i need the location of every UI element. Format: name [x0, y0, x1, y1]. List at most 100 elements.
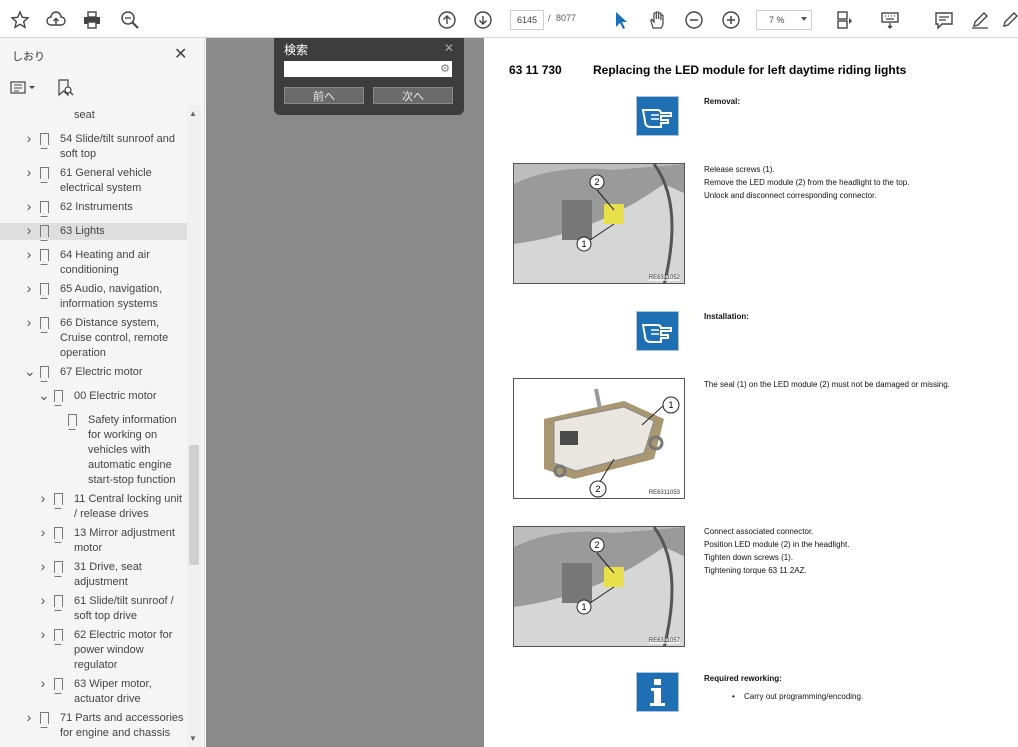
bookmark-icon: [39, 167, 49, 183]
gear-icon[interactable]: ⚙: [440, 62, 450, 75]
sidebar-item-label: 31 Drive, seat adjustment: [74, 561, 142, 588]
sidebar-item[interactable]: ⌄ 00 Electric motor: [0, 388, 187, 406]
highlight-pen-icon[interactable]: [969, 9, 991, 31]
sidebar-item[interactable]: › 63 Wiper motor, actuator drive: [0, 676, 187, 708]
chevron-right-icon[interactable]: ›: [24, 165, 34, 179]
page-title: Replacing the LED module for left daytim…: [593, 63, 907, 77]
chevron-right-icon[interactable]: ›: [38, 525, 48, 539]
sidebar-scrollbar[interactable]: ▲ ▼: [187, 105, 201, 747]
page-total: 8077: [556, 13, 577, 23]
comment-icon[interactable]: [933, 9, 955, 31]
hand-icon[interactable]: [646, 9, 668, 31]
sidebar-item[interactable]: › 62 Instruments: [0, 199, 187, 217]
bookmark-icon: [53, 561, 63, 577]
step-3-line: Connect associated connector.: [704, 527, 814, 536]
sidebar-item[interactable]: › 61 Slide/tilt sunroof / soft top drive: [0, 593, 187, 625]
chevron-right-icon[interactable]: ›: [38, 627, 48, 641]
sidebar-item[interactable]: › 54 Slide/tilt sunroof and soft top: [0, 131, 187, 163]
zoom-value: 7 %: [769, 15, 785, 25]
chevron-right-icon[interactable]: ›: [24, 131, 34, 145]
chevron-right-icon[interactable]: ›: [24, 315, 34, 329]
print-icon[interactable]: [81, 9, 103, 31]
sidebar-item[interactable]: › 13 Mirror adjustment motor: [0, 525, 187, 557]
chevron-right-icon[interactable]: ›: [38, 491, 48, 505]
step-3-line: Tighten down screws (1).: [704, 553, 794, 562]
scroll-up-icon[interactable]: ▲: [189, 109, 197, 118]
chevron-down-icon[interactable]: ⌄: [38, 388, 50, 402]
sidebar-item[interactable]: › 62 Electric motor for power window regu…: [0, 627, 187, 674]
scroll-down-icon[interactable]: ▼: [189, 734, 197, 743]
page-up-icon[interactable]: [436, 9, 458, 31]
bookmark-tools: [10, 78, 74, 98]
step-1-line: Remove the LED module (2) from the headl…: [704, 178, 910, 187]
bookmark-search-icon[interactable]: [56, 79, 74, 97]
sidebar-item[interactable]: › 71 Parts and accessories for engine and…: [0, 710, 187, 742]
select-cursor-icon[interactable]: [610, 9, 632, 31]
close-icon[interactable]: ✕: [174, 44, 187, 64]
sidebar-item-label: 62 Instruments: [60, 201, 133, 213]
sidebar-item[interactable]: › 64 Heating and air conditioning: [0, 247, 187, 279]
options-menu-icon[interactable]: [10, 81, 36, 95]
sidebar-item[interactable]: seat: [0, 107, 187, 124]
zoom-out-icon[interactable]: [683, 9, 705, 31]
bookmark-icon: [39, 712, 49, 728]
page-down-icon[interactable]: [472, 9, 494, 31]
chevron-right-icon[interactable]: ›: [24, 223, 34, 237]
sidebar-item-label: 13 Mirror adjustment motor: [74, 527, 175, 554]
sidebar-item[interactable]: › 66 Distance system, Cruise control, rem…: [0, 315, 187, 362]
star-icon[interactable]: [9, 9, 31, 31]
close-icon[interactable]: ✕: [444, 41, 454, 55]
chevron-right-icon[interactable]: ›: [38, 559, 48, 573]
step-2-line: The seal (1) on the LED module (2) must …: [704, 380, 950, 389]
rework-label: Required reworking:: [704, 674, 782, 683]
chevron-right-icon[interactable]: ›: [38, 676, 48, 690]
step-1-line: Release screws (1).: [704, 165, 775, 174]
scroll-thumb[interactable]: [189, 445, 199, 565]
zoom-select[interactable]: 7 %: [756, 10, 812, 30]
step-1-text: Release screws (1). Remove the LED modul…: [704, 163, 909, 202]
headlight-photo-2: 2 1 RE6311057: [513, 526, 685, 647]
page-current: 6145: [516, 15, 538, 25]
bookmark-icon: [39, 317, 49, 333]
headlight-photo-1: 2 1 RE6311052: [513, 163, 685, 284]
callout-1: 1: [581, 239, 586, 249]
chevron-right-icon[interactable]: ›: [38, 593, 48, 607]
sidebar-item-label: Safety information for working on vehicl…: [88, 414, 177, 486]
sidebar-item[interactable]: Safety information for working on vehicl…: [0, 412, 187, 489]
rework-item: Carry out programming/encoding.: [744, 692, 864, 701]
bookmark-icon: [39, 283, 49, 299]
page-layout-icon[interactable]: [834, 9, 856, 31]
bookmark-icon: [39, 225, 49, 241]
chevron-right-icon[interactable]: ›: [24, 281, 34, 295]
next-button[interactable]: 次へ: [373, 87, 453, 104]
callout-1: 1: [668, 400, 673, 410]
bookmark-icon: [39, 201, 49, 217]
removal-label: Removal:: [704, 97, 741, 106]
sidebar-item[interactable]: › 11 Central locking unit / release drive…: [0, 491, 187, 523]
keyboard-icon[interactable]: [879, 9, 901, 31]
chevron-right-icon[interactable]: ›: [24, 199, 34, 213]
upload-icon[interactable]: [45, 9, 67, 31]
search-input[interactable]: [284, 61, 452, 77]
zoom-in-icon[interactable]: [720, 9, 742, 31]
sidebar-item[interactable]: › 63 Lights: [0, 223, 187, 241]
prev-button[interactable]: 前へ: [284, 87, 364, 104]
page-separator: /: [548, 13, 551, 23]
bookmark-icon: [53, 493, 63, 509]
figure-caption: RE6311053: [648, 490, 680, 496]
page-number-input[interactable]: 6145: [510, 10, 544, 30]
sidebar-item[interactable]: ⌄ 67 Electric motor: [0, 364, 187, 382]
sidebar-item-label: 71 Parts and accessories for engine and …: [60, 712, 184, 739]
chevron-down-icon[interactable]: ⌄: [24, 364, 36, 378]
sidebar-item-label: 54 Slide/tilt sunroof and soft top: [60, 133, 175, 160]
sidebar-item-label: 62 Electric motor for power window regul…: [74, 629, 173, 671]
sidebar-item[interactable]: › 61 General vehicle electrical system: [0, 165, 187, 197]
sign-icon[interactable]: [1000, 9, 1018, 31]
chevron-right-icon[interactable]: ›: [24, 247, 34, 261]
sidebar-item[interactable]: › 31 Drive, seat adjustment: [0, 559, 187, 591]
info-icon: [636, 672, 679, 712]
search-title: 検索: [284, 43, 309, 57]
chevron-right-icon[interactable]: ›: [24, 710, 34, 724]
zoom-search-icon[interactable]: [119, 9, 141, 31]
sidebar-item[interactable]: › 65 Audio, navigation, information syste…: [0, 281, 187, 313]
